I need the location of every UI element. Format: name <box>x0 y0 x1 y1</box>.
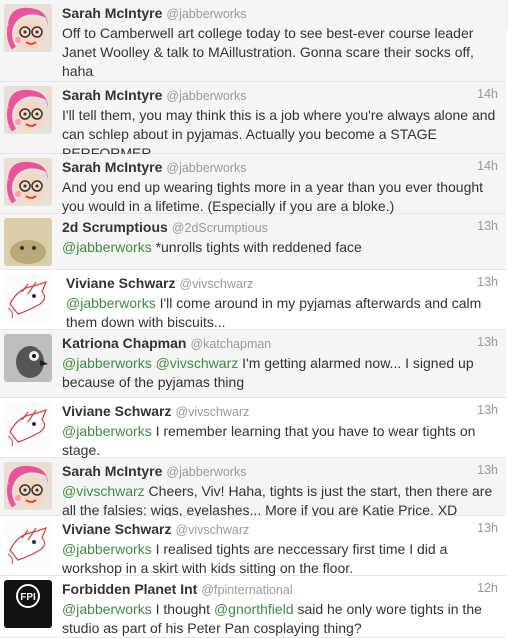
tweet-item[interactable]: Viviane Schwarz @vivschwarz 13h @jabberwork… <box>0 516 506 576</box>
tweet-text: Off to Camberwell art college today to s… <box>62 24 500 81</box>
tweet-header: Viviane Schwarz @vivschwarz <box>62 521 249 539</box>
author-handle[interactable]: @2dScrumptious <box>172 221 268 235</box>
tweet-text: @jabberworks I realised tights are necce… <box>62 540 500 578</box>
tweet-item[interactable]: Viviane Schwarz @vivschwarz 13h @jabberwork… <box>0 398 506 458</box>
mention-link[interactable]: @vivschwarz <box>156 355 239 371</box>
sarah-avatar <box>4 86 52 134</box>
author-name[interactable]: 2d Scrumptious <box>62 219 168 235</box>
timestamp[interactable]: 12h <box>477 581 498 595</box>
avatar[interactable] <box>4 158 52 206</box>
tweet-header: Sarah McIntyre @jabberworks <box>62 87 246 105</box>
tweet-item[interactable]: 2d Scrumptious @2dScrumptious 13h @jabberwo… <box>0 214 506 270</box>
mention-link[interactable]: @jabberworks <box>62 541 152 557</box>
timestamp[interactable]: 13h <box>477 521 498 535</box>
mention-link[interactable]: @jabberworks <box>62 601 152 617</box>
mention-link[interactable]: @jabberworks <box>62 423 152 439</box>
timestamp[interactable]: 14h <box>477 87 498 101</box>
tweet-item[interactable]: Sarah McIntyre @jabberworks 14h I'll tell t… <box>0 82 506 161</box>
author-name[interactable]: Sarah McIntyre <box>62 159 162 175</box>
timestamp[interactable]: 13h <box>477 403 498 417</box>
tweet-text-segment: I thought <box>151 601 214 617</box>
avatar[interactable] <box>4 274 52 322</box>
tweet-header: Sarah McIntyre @jabberworks <box>62 463 246 481</box>
scrumptious-avatar <box>4 218 52 266</box>
tweet-item[interactable]: FPI Forbidden Planet Int @fpinternational 1… <box>0 576 506 638</box>
tweet-text: @jabberworks I thought @gnorthfield said… <box>62 600 500 638</box>
tweet-feed: Sarah McIntyre @jabberworks Off to Camberw… <box>0 0 508 638</box>
sarah-avatar <box>4 158 52 206</box>
mention-link[interactable]: @jabberworks <box>66 295 156 311</box>
author-handle[interactable]: @jabberworks <box>166 89 246 103</box>
author-handle[interactable]: @vivschwarz <box>179 277 253 291</box>
author-name[interactable]: Viviane Schwarz <box>62 521 171 537</box>
tweet-item[interactable]: Katriona Chapman @katchapman 13h @jabberwor… <box>0 330 506 398</box>
viviane-avatar <box>4 274 52 322</box>
avatar[interactable] <box>4 218 52 266</box>
timestamp[interactable]: 13h <box>477 275 498 289</box>
tweet-text: @vivschwarz Cheers, Viv! Haha, tights is… <box>62 482 500 520</box>
tweet-text-segment: *unrolls tights with reddened face <box>151 239 362 255</box>
tweet-header: Viviane Schwarz @vivschwarz <box>62 403 249 421</box>
avatar[interactable] <box>4 86 52 134</box>
author-name[interactable]: Viviane Schwarz <box>62 403 171 419</box>
author-name[interactable]: Sarah McIntyre <box>62 5 162 21</box>
viviane-avatar <box>4 520 52 568</box>
author-name[interactable]: Viviane Schwarz <box>66 275 175 291</box>
tweet-item[interactable]: Sarah McIntyre @jabberworks Off to Camberw… <box>0 0 506 82</box>
avatar[interactable] <box>4 4 52 52</box>
timestamp[interactable]: 13h <box>477 219 498 233</box>
tweet-header: Sarah McIntyre @jabberworks <box>62 159 246 177</box>
tweet-text: @jabberworks I'll come around in my pyja… <box>66 294 500 332</box>
tweet-header: Katriona Chapman @katchapman <box>62 335 271 353</box>
mention-link[interactable]: @gnorthfield <box>214 601 294 617</box>
author-handle[interactable]: @jabberworks <box>166 161 246 175</box>
author-name[interactable]: Forbidden Planet Int <box>62 581 197 597</box>
tweet-item[interactable]: Viviane Schwarz @vivschwarz 13h @jabberwork… <box>0 270 506 330</box>
sarah-avatar <box>4 462 52 510</box>
tweet-text: And you end up wearing tights more in a … <box>62 178 500 216</box>
author-handle[interactable]: @vivschwarz <box>175 523 249 537</box>
tweet-text: @jabberworks *unrolls tights with redden… <box>62 238 500 257</box>
svg-text:FPI: FPI <box>20 592 36 603</box>
author-name[interactable]: Sarah McIntyre <box>62 87 162 103</box>
viviane-avatar <box>4 402 52 450</box>
timestamp[interactable]: 13h <box>477 463 498 477</box>
tweet-header: Forbidden Planet Int @fpinternational <box>62 581 293 599</box>
author-handle[interactable]: @katchapman <box>190 337 271 351</box>
avatar[interactable]: FPI <box>4 580 52 628</box>
author-name[interactable]: Katriona Chapman <box>62 335 186 351</box>
mention-link[interactable]: @vivschwarz <box>62 483 145 499</box>
tweet-text-segment: Off to Camberwell art college today to s… <box>62 25 474 79</box>
tweet-text-segment: I'll tell them, you may think this is a … <box>62 107 496 161</box>
tweet-item[interactable]: Sarah McIntyre @jabberworks 14h And you end… <box>0 154 506 214</box>
tweet-text: @jabberworks I remember learning that yo… <box>62 422 500 460</box>
tweet-header: 2d Scrumptious @2dScrumptious <box>62 219 268 237</box>
timestamp[interactable]: 14h <box>477 159 498 173</box>
avatar[interactable] <box>4 334 52 382</box>
tweet-item[interactable]: Sarah McIntyre @jabberworks 13h @vivschwarz… <box>0 458 506 518</box>
author-handle[interactable]: @fpinternational <box>201 583 292 597</box>
author-name[interactable]: Sarah McIntyre <box>62 463 162 479</box>
avatar[interactable] <box>4 402 52 450</box>
tweet-header: Viviane Schwarz @vivschwarz <box>66 275 253 293</box>
mention-link[interactable]: @jabberworks <box>62 239 152 255</box>
tweet-header: Sarah McIntyre @jabberworks <box>62 5 246 23</box>
author-handle[interactable]: @jabberworks <box>166 7 246 21</box>
tweet-text: @jabberworks @vivschwarz I'm getting ala… <box>62 354 500 392</box>
katriona-avatar <box>4 334 52 382</box>
avatar[interactable] <box>4 462 52 510</box>
sarah-avatar <box>4 4 52 52</box>
tweet-text-segment: And you end up wearing tights more in a … <box>62 179 484 214</box>
timestamp[interactable]: 13h <box>477 335 498 349</box>
author-handle[interactable]: @jabberworks <box>166 465 246 479</box>
author-handle[interactable]: @vivschwarz <box>175 405 249 419</box>
mention-link[interactable]: @jabberworks <box>62 355 152 371</box>
forbidden-planet-avatar: FPI <box>4 580 52 628</box>
avatar[interactable] <box>4 520 52 568</box>
